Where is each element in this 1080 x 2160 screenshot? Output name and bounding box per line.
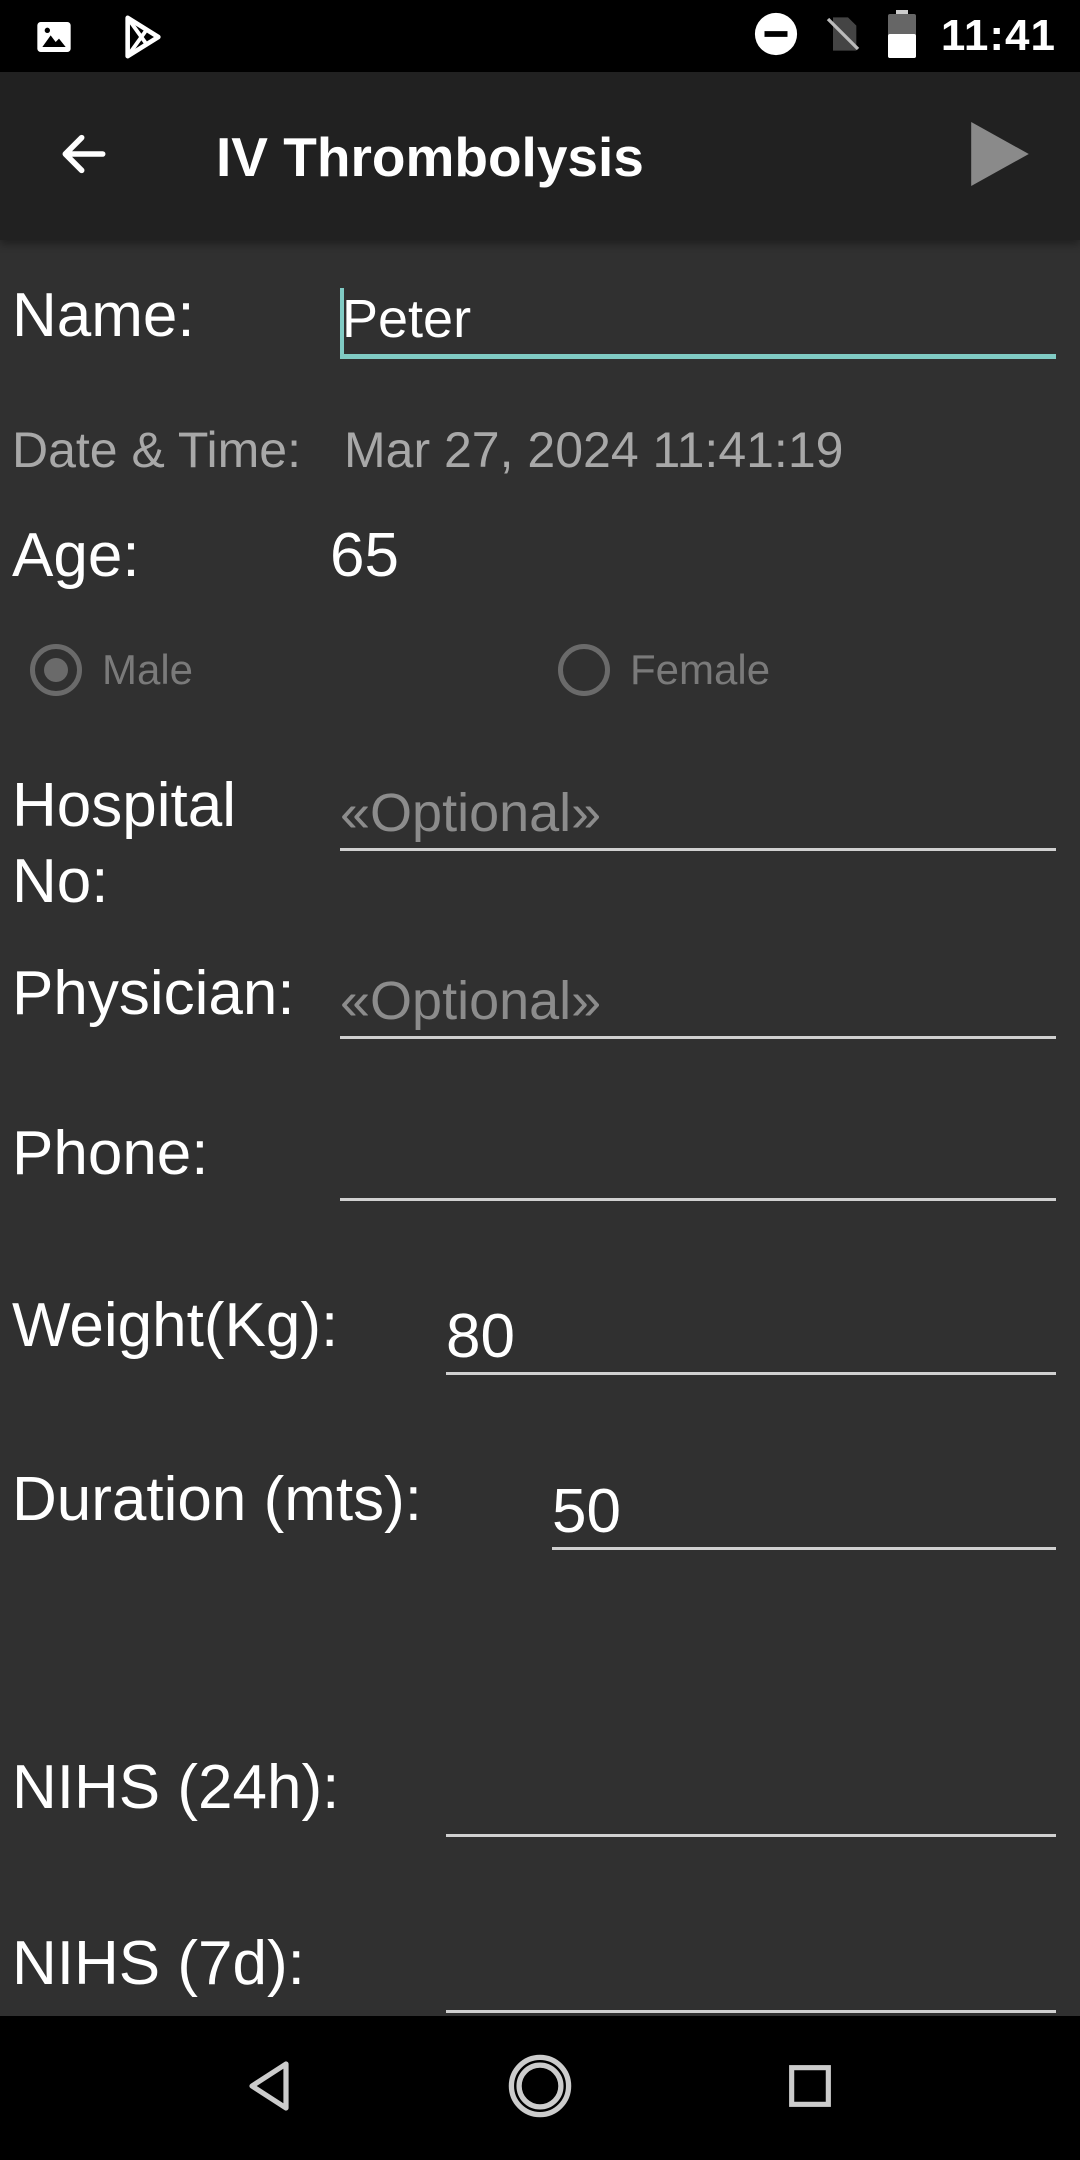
nihs-24h-label: NIHS (24h): — [12, 1753, 340, 1822]
back-button[interactable] — [44, 116, 124, 196]
female-radio-label: Female — [630, 646, 771, 693]
nav-recents-icon — [788, 2064, 832, 2113]
nihs-7d-field[interactable] — [446, 1940, 1056, 2013]
physician-label: Physician: — [12, 959, 295, 1028]
hospital-no-label-line2: No: — [12, 847, 109, 916]
duration-value: 50 — [552, 1477, 621, 1546]
app-bar: IV Thrombolysis — [0, 72, 1080, 240]
nav-recents-button[interactable] — [770, 2048, 850, 2128]
hospital-no-label-line1: Hospital — [12, 771, 236, 840]
physician-placeholder: «Optional» — [340, 971, 602, 1031]
nihs-24h-field[interactable] — [446, 1764, 1056, 1837]
name-field[interactable]: Peter — [340, 284, 1056, 359]
arrow-left-icon — [56, 126, 112, 187]
age-label: Age: — [12, 521, 140, 590]
no-sim-icon — [823, 12, 863, 61]
duration-field[interactable]: 50 — [552, 1477, 1056, 1550]
radio-selected-icon — [30, 644, 82, 696]
nav-home-icon — [507, 2053, 573, 2124]
screen: 11:41 IV Thrombolysis Name: Peter Date &… — [0, 0, 1080, 2160]
male-radio[interactable]: Male — [30, 638, 193, 702]
nav-back-icon — [246, 2060, 294, 2117]
datetime-label: Date & Time: — [12, 422, 301, 478]
female-radio[interactable]: Female — [558, 638, 770, 702]
duration-label: Duration (mts): — [12, 1465, 422, 1534]
physician-field[interactable]: «Optional» — [340, 966, 1056, 1039]
male-radio-label: Male — [102, 646, 194, 693]
play-store-icon — [120, 14, 166, 65]
battery-icon — [887, 9, 917, 63]
nav-back-button[interactable] — [230, 2048, 310, 2128]
page-title: IV Thrombolysis — [216, 126, 644, 188]
nav-home-button[interactable] — [500, 2048, 580, 2128]
hospital-no-placeholder: «Optional» — [340, 783, 602, 843]
phone-label: Phone: — [12, 1119, 209, 1188]
phone-field[interactable] — [340, 1128, 1056, 1201]
age-value: 65 — [330, 521, 399, 590]
image-icon — [34, 17, 74, 62]
play-icon — [968, 118, 1032, 195]
name-value: Peter — [342, 289, 472, 349]
name-label: Name: — [12, 281, 195, 350]
weight-value: 80 — [446, 1302, 515, 1371]
nihs-7d-label: NIHS (7d): — [12, 1929, 305, 1998]
status-right-icons: 11:41 — [753, 6, 1056, 66]
hospital-no-field[interactable]: «Optional» — [340, 778, 1056, 851]
do-not-disturb-icon — [753, 11, 799, 62]
status-left-icons — [34, 14, 166, 65]
status-bar: 11:41 — [0, 0, 1080, 72]
weight-field[interactable]: 80 — [446, 1302, 1056, 1375]
radio-unselected-icon — [558, 644, 610, 696]
weight-label: Weight(Kg): — [12, 1291, 339, 1360]
navigation-bar — [0, 2016, 1080, 2160]
status-time: 11:41 — [940, 11, 1056, 60]
run-button[interactable] — [956, 112, 1044, 200]
datetime-value: Mar 27, 2024 11:41:19 — [344, 422, 844, 478]
